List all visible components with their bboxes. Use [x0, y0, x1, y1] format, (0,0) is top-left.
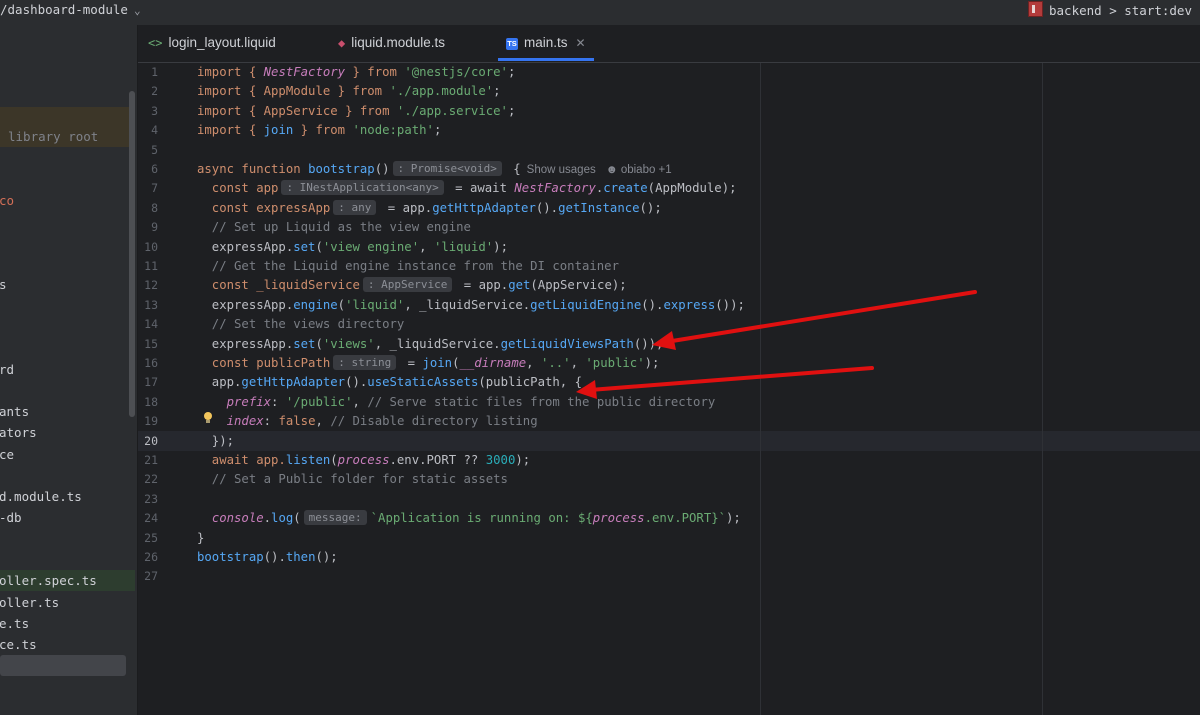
title-bar: /dashboard-module ⌄ backend > start:dev — [0, 0, 1200, 25]
code-line-15: expressApp.set('views', _liquidService.g… — [197, 336, 664, 351]
code-line-8: const expressApp: any = app.getHttpAdapt… — [197, 199, 662, 215]
line-number: 21 — [144, 453, 158, 467]
type-hint: : string — [333, 355, 397, 370]
line-number: 13 — [144, 297, 158, 312]
type-hint: : any — [333, 199, 377, 215]
code-line-7: const app: INestApplication<any> = await… — [197, 180, 737, 196]
tree-row[interactable]: e.ts — [0, 613, 29, 634]
run-configuration[interactable]: backend > start:dev — [1028, 1, 1192, 18]
run-config-label[interactable]: backend > start:dev — [1049, 3, 1192, 18]
chevron-down-icon[interactable]: ⌄ — [134, 4, 141, 17]
line-number: 3 — [151, 103, 158, 118]
selected-row-highlight — [0, 655, 126, 676]
editor-tab-bar: <> login_layout.liquid ◆ liquid.module.ts … — [138, 25, 1200, 63]
tree-row[interactable]: ce.ts — [0, 634, 37, 655]
line-number: 27 — [144, 569, 158, 584]
line-number: 14 — [144, 317, 158, 332]
code-line-3: import { AppService } from './app.servic… — [197, 103, 516, 118]
code-line-6: async function bootstrap(): Promise<void… — [197, 161, 672, 176]
line-number: 18 — [144, 394, 158, 409]
tree-row[interactable]: ants — [0, 401, 29, 422]
tree-row[interactable]: rd — [0, 359, 14, 380]
code-line-1: import { NestFactory } from '@nestjs/cor… — [197, 65, 516, 79]
tree-row[interactable]: -db — [0, 507, 22, 528]
code-line-12: const _liquidService: AppService = app.g… — [197, 277, 627, 293]
line-number: 15 — [144, 336, 158, 351]
code-line-2: import { AppModule } from './app.module'… — [197, 84, 501, 99]
line-number: 19 — [144, 414, 158, 429]
code-line-21: await app.listen(process.env.PORT ?? 300… — [197, 453, 531, 467]
tab-label[interactable]: liquid.module.ts — [351, 35, 445, 50]
type-hint: : AppService — [362, 277, 453, 293]
project-tree-panel: library root co s rd ants ators ce d.mod… — [0, 25, 138, 715]
code-line-4: import { join } from 'node:path'; — [197, 123, 442, 138]
line-number: 26 — [144, 550, 158, 564]
tree-row[interactable]: d.module.ts — [0, 486, 82, 507]
line-number: 22 — [144, 472, 158, 487]
line-number: 24 — [144, 511, 158, 526]
line-number: 16 — [144, 356, 158, 370]
author-link[interactable]: obiabo +1 — [621, 164, 672, 176]
line-number: 4 — [151, 123, 158, 138]
project-path[interactable]: /dashboard-module — [0, 2, 128, 17]
close-tab-icon[interactable]: ✕ — [576, 36, 586, 50]
project-scrollbar[interactable] — [129, 91, 135, 417]
line-number: 9 — [151, 220, 158, 235]
line-number: 10 — [144, 239, 158, 254]
code-line-25: } — [197, 530, 205, 545]
tab-label[interactable]: main.ts — [524, 35, 568, 50]
code-line-26: bootstrap().then(); — [197, 550, 338, 564]
code-editor[interactable]: import { NestFactory } from '@nestjs/cor… — [194, 63, 1200, 715]
code-line-24: console.log(message: `Application is runn… — [211, 510, 741, 526]
tree-row[interactable]: oller.spec.ts — [0, 570, 97, 591]
tab-label[interactable]: login_layout.liquid — [168, 35, 275, 50]
line-number: 7 — [151, 181, 158, 196]
code-line-9: // Set up Liquid as the view engine — [197, 220, 471, 235]
code-line-13: expressApp.engine('liquid', _liquidServi… — [197, 297, 745, 312]
tree-row-library-root[interactable]: library root — [8, 126, 98, 147]
code-line-22: // Set a Public folder for static assets — [197, 472, 508, 487]
tab-liquid-module-ts[interactable]: ◆ liquid.module.ts — [338, 25, 445, 61]
type-hint: : Promise<void> — [392, 161, 502, 176]
code-line-10: expressApp.set('view engine', 'liquid'); — [197, 239, 508, 254]
tab-login-layout-liquid[interactable]: <> login_layout.liquid — [148, 25, 276, 61]
tab-main-ts[interactable]: TS main.ts ✕ — [498, 25, 594, 61]
line-number: 11 — [144, 259, 158, 273]
code-line-11: // Get the Liquid engine instance from t… — [197, 259, 619, 273]
code-line-17: app.getHttpAdapter().useStaticAssets(pub… — [197, 375, 583, 390]
line-number: 6 — [151, 162, 158, 176]
line-number-gutter: 1 2 3 4 5 6 7 8 9 10 11 12 13 14 15 16 1… — [138, 63, 193, 715]
typescript-file-icon: TS — [506, 38, 518, 50]
code-line-14: // Set the views directory — [197, 317, 405, 332]
tree-row[interactable]: ators — [0, 422, 37, 443]
line-number-current: 20 — [144, 433, 158, 448]
code-line-18: prefix: '/public', // Serve static files… — [226, 394, 716, 409]
code-line-19: index: false, // Disable directory listi… — [226, 414, 538, 429]
tree-row[interactable]: co — [0, 190, 14, 211]
parameter-hint: message: — [303, 510, 367, 526]
type-hint: : INestApplication<any> — [281, 180, 444, 196]
code-line-16: const publicPath: string = join(__dirnam… — [197, 355, 660, 370]
line-number: 12 — [144, 278, 158, 293]
line-number: 25 — [144, 530, 158, 545]
line-number: 5 — [151, 142, 158, 157]
tree-row[interactable]: ce — [0, 444, 14, 465]
tree-row[interactable]: oller.ts — [0, 592, 59, 613]
line-number: 2 — [151, 84, 158, 99]
line-number: 23 — [144, 491, 158, 506]
project-breadcrumb[interactable]: /dashboard-module ⌄ — [0, 2, 141, 17]
user-icon: ☻ — [605, 164, 618, 176]
tree-row[interactable]: s — [0, 274, 7, 295]
module-file-icon: ◆ — [338, 36, 346, 50]
line-number: 1 — [151, 65, 158, 79]
show-usages-link[interactable]: Show usages — [527, 164, 596, 176]
run-config-icon — [1028, 1, 1043, 17]
code-file-icon: <> — [148, 36, 163, 50]
line-number: 8 — [151, 200, 158, 215]
line-number: 17 — [144, 375, 158, 390]
code-line-20: }); — [197, 433, 235, 448]
